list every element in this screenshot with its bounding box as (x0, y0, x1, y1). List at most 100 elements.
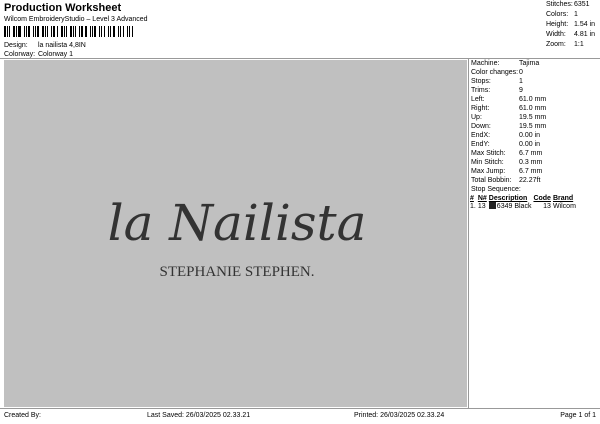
barcode-bar (94, 26, 96, 37)
prop-machine: Machine: Tajima (471, 60, 546, 69)
design-script-text: la Nailista (108, 194, 367, 252)
prop-label: Up: (471, 114, 482, 121)
stat-width: Width: 4.81 in (546, 31, 600, 41)
embroidery-design: la Nailista STEPHANIE STEPHEN. (108, 194, 367, 280)
col-header: Code (533, 195, 551, 202)
brand-cell: Wilcom (552, 202, 576, 210)
barcode-bar (72, 26, 74, 37)
barcode-bar (51, 26, 52, 37)
prop-value: 6.7 mm (519, 150, 543, 157)
stat-label: Stitches: (546, 1, 573, 8)
prop-label: Max Jump: (471, 168, 506, 175)
stat-label: Height: (546, 21, 569, 28)
colorway-name: Colorway 1 (38, 51, 74, 58)
barcode-bar (119, 26, 122, 37)
barcode (4, 26, 136, 37)
design-name-text: STEPHANIE STEPHEN. (159, 264, 314, 280)
barcode-bar (100, 26, 102, 37)
prop-left: Left: 61.0 mm (471, 96, 546, 105)
prop-label: Right: (471, 105, 490, 112)
stat-height: Height: 1.54 in (546, 21, 600, 31)
stop-sequence-table: # N# Description Code Brand 1. 13 6349 B… (469, 195, 577, 210)
barcode-bar (34, 26, 36, 37)
stat-label: Width: (546, 31, 566, 38)
barcode-bar (47, 26, 49, 37)
prop-label: Total Bobbin: (471, 177, 512, 184)
prop-value: 6.7 mm (519, 168, 543, 175)
colorway-label: Colorway: (4, 51, 36, 58)
barcode-bar (13, 26, 15, 37)
prop-right: Right: 61.0 mm (471, 105, 546, 114)
barcode-bar (57, 26, 58, 37)
description-cell: 6349 Black (488, 202, 533, 210)
prop-label: EndX: (471, 132, 491, 139)
prop-label: Max Stitch: (471, 150, 506, 157)
barcode-bar (103, 26, 106, 37)
software-subtitle: Wilcom EmbroideryStudio – Level 3 Advanc… (4, 16, 148, 23)
barcode-bar (37, 26, 39, 37)
barcode-bar (32, 26, 34, 37)
design-name: la nailista 4,8IN (38, 42, 86, 49)
barcode-bar (9, 26, 11, 37)
barcode-bar (6, 26, 8, 37)
barcode-bar (128, 26, 131, 37)
prop-stops: Stops: 1 (471, 78, 546, 87)
prop-value: 22.27ft (519, 177, 541, 184)
barcode-bar (108, 26, 109, 37)
prop-value: 1 (519, 78, 523, 85)
stat-stitches: Stitches: 6351 (546, 1, 600, 11)
barcode-bar (44, 26, 46, 37)
barcode-bar (98, 26, 100, 37)
color-swatch (488, 202, 496, 209)
barcode-bar (4, 26, 6, 37)
barcode-bar (132, 26, 134, 37)
prop-total-bobbin: Total Bobbin: 22.27ft (471, 177, 546, 186)
stats-panel: Stitches: 6351 Colors: 1 Height: 1.54 in Wi… (546, 1, 600, 51)
prop-value: 61.0 mm (519, 96, 547, 103)
divider (0, 58, 600, 59)
barcode-bar (79, 26, 80, 37)
table-header-row: # N# Description Code Brand (469, 195, 577, 202)
divider (0, 408, 600, 409)
barcode-bar (23, 26, 25, 37)
prop-value: 0.00 in (519, 141, 541, 148)
divider (468, 58, 469, 408)
col-header: Brand (552, 195, 574, 202)
barcode-bar (52, 26, 56, 37)
barcode-bar (41, 26, 44, 37)
stop-sequence-heading: Stop Sequence: (471, 186, 521, 193)
prop-color-changes: Color changes: 0 (471, 69, 546, 78)
barcode-bar (25, 26, 27, 37)
stat-value: 1 (574, 11, 578, 18)
stat-value: 1:1 (574, 41, 584, 48)
barcode-bar (28, 26, 30, 37)
barcode-bar (112, 26, 115, 37)
barcode-bar (15, 26, 17, 37)
prop-label: Left: (471, 96, 485, 103)
properties-panel: Machine: Tajima Color changes: 0 Stops: 1 T… (471, 60, 546, 186)
prop-value: 0.00 in (519, 132, 541, 139)
prop-min-stitch: Min Stitch: 0.3 mm (471, 159, 546, 168)
prop-value: Tajima (519, 60, 540, 67)
prop-value: 19.5 mm (519, 123, 547, 130)
barcode-bar (123, 26, 125, 37)
col-header: N# (477, 195, 487, 202)
thread-description: Black (514, 203, 532, 210)
barcode-bar (18, 26, 21, 37)
prop-up: Up: 19.5 mm (471, 114, 546, 123)
seq-cell: 1. (470, 202, 476, 210)
prop-max-stitch: Max Stitch: 6.7 mm (471, 150, 546, 159)
prop-label: Color changes: (471, 69, 519, 76)
prop-trims: Trims: 9 (471, 87, 546, 96)
prop-label: Trims: (471, 87, 491, 94)
barcode-bar (63, 26, 65, 37)
stat-label: Colors: (546, 11, 569, 18)
prop-down: Down: 19.5 mm (471, 123, 546, 132)
prop-label: EndY: (471, 141, 490, 148)
barcode-bar (84, 26, 87, 37)
barcode-bar (70, 26, 72, 37)
barcode-bar (66, 26, 68, 37)
barcode-bar (60, 26, 63, 37)
prop-label: Stops: (471, 78, 491, 85)
prop-label: Down: (471, 123, 491, 130)
